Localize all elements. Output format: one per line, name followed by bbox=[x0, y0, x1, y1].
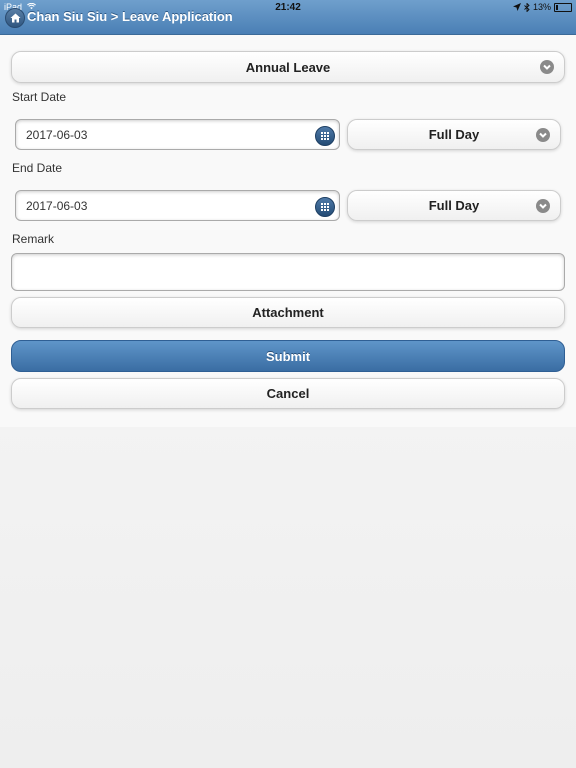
end-period-select[interactable]: Full Day bbox=[347, 190, 561, 221]
leave-type-value: Annual Leave bbox=[245, 59, 331, 75]
cancel-button[interactable]: Cancel bbox=[11, 378, 565, 409]
battery-percent: 13% bbox=[532, 2, 551, 12]
start-period-value: Full Day bbox=[428, 127, 480, 142]
submit-label: Submit bbox=[265, 348, 311, 364]
chevron-down-icon bbox=[540, 60, 554, 74]
attachment-button[interactable]: Attachment bbox=[11, 297, 565, 328]
start-date-label: Start Date bbox=[12, 90, 67, 104]
cancel-label: Cancel bbox=[266, 386, 310, 401]
start-period-select[interactable]: Full Day bbox=[347, 119, 561, 150]
end-date-input[interactable]: 2017-06-03 bbox=[15, 190, 340, 221]
calendar-icon[interactable] bbox=[315, 196, 335, 217]
chevron-down-icon bbox=[536, 198, 550, 213]
header-bar: iPad 21:42 13% Chan Siu Siu > Leave Appl… bbox=[0, 0, 576, 35]
chevron-down-icon bbox=[536, 127, 550, 142]
start-date-input[interactable]: 2017-06-03 bbox=[15, 119, 340, 150]
home-button[interactable] bbox=[5, 8, 25, 28]
status-right: 13% bbox=[512, 2, 572, 12]
start-date-value: 2017-06-03 bbox=[26, 127, 88, 142]
home-icon bbox=[10, 13, 20, 23]
submit-button[interactable]: Submit bbox=[11, 340, 565, 372]
location-icon bbox=[512, 3, 521, 11]
bluetooth-icon bbox=[524, 2, 530, 12]
remark-label: Remark bbox=[12, 232, 55, 246]
end-date-label: End Date bbox=[12, 161, 63, 175]
calendar-icon[interactable] bbox=[315, 125, 335, 146]
remark-input[interactable] bbox=[11, 253, 565, 291]
leave-type-select[interactable]: Annual Leave bbox=[11, 51, 565, 83]
end-date-value: 2017-06-03 bbox=[26, 198, 88, 213]
attachment-label: Attachment bbox=[252, 305, 324, 320]
page-title: Chan Siu Siu > Leave Application bbox=[27, 9, 233, 24]
battery-icon bbox=[554, 2, 572, 12]
end-period-value: Full Day bbox=[428, 198, 480, 213]
